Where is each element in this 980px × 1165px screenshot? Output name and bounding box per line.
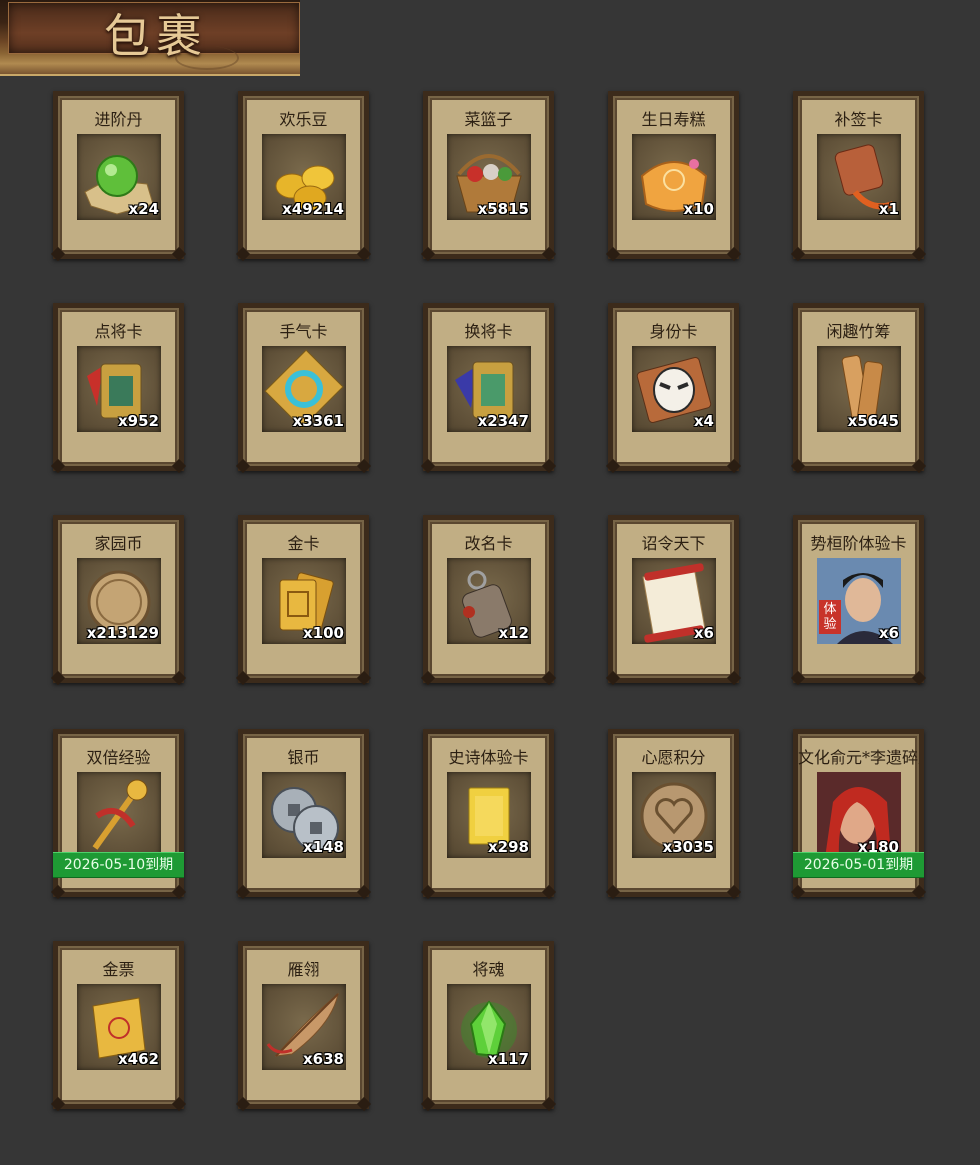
item-icon-slot: x12 xyxy=(447,558,531,644)
inventory-item-card[interactable]: 菜篮子 x5815 xyxy=(423,91,554,259)
item-icon-slot xyxy=(77,772,161,858)
item-quantity: x100 xyxy=(303,624,344,642)
inventory-item-card[interactable]: 欢乐豆 x49214 xyxy=(238,91,369,259)
inventory-item-card[interactable]: 金卡 x100 xyxy=(238,515,369,683)
item-icon-slot: x49214 xyxy=(262,134,346,220)
item-quantity: x3361 xyxy=(292,412,344,430)
inventory-item-card[interactable]: 将魂 x117 xyxy=(423,941,554,1109)
item-name: 心愿积分 xyxy=(641,748,706,767)
item-quantity: x952 xyxy=(118,412,159,430)
inventory-item-card[interactable]: 金票 x462 xyxy=(53,941,184,1109)
inventory-item-card[interactable]: 双倍经验 2026-05-10到期 xyxy=(53,729,184,897)
item-icon-slot: x462 xyxy=(77,984,161,1070)
item-name: 生日寿糕 xyxy=(641,110,706,129)
item-icon-slot: x1 xyxy=(817,134,901,220)
inventory-item-card[interactable]: 史诗体验卡 x298 xyxy=(423,729,554,897)
item-icon-slot: x6 xyxy=(632,558,716,644)
inventory-item-card[interactable]: 手气卡 x3361 xyxy=(238,303,369,471)
item-quantity: x462 xyxy=(118,1050,159,1068)
item-name: 欢乐豆 xyxy=(279,110,328,129)
item-icon-slot: x24 xyxy=(77,134,161,220)
item-quantity: x5645 xyxy=(847,412,899,430)
item-name: 补签卡 xyxy=(834,110,883,129)
inventory-grid: 进阶丹 x24 欢乐豆 x49214 菜篮子 x5815 生日寿糕 x10 补签卡 x1 点将卡 x9… xyxy=(0,0,980,1165)
item-icon-slot: x3035 xyxy=(632,772,716,858)
item-name: 菜篮子 xyxy=(464,110,513,129)
inventory-item-card[interactable]: 换将卡 x2347 xyxy=(423,303,554,471)
item-name: 金卡 xyxy=(287,534,320,553)
item-quantity: x2347 xyxy=(477,412,529,430)
inventory-item-card[interactable]: 雁翎 x638 xyxy=(238,941,369,1109)
item-quantity: x148 xyxy=(303,838,344,856)
item-icon-slot: x298 xyxy=(447,772,531,858)
item-name: 点将卡 xyxy=(94,322,143,341)
item-name: 诏令天下 xyxy=(641,534,706,553)
item-icon-slot: x4 xyxy=(632,346,716,432)
item-icon-slot: 体验 x6 xyxy=(817,558,901,644)
inventory-item-card[interactable]: 银币 x148 xyxy=(238,729,369,897)
item-quantity: x298 xyxy=(488,838,529,856)
inventory-item-card[interactable]: 心愿积分 x3035 xyxy=(608,729,739,897)
item-name: 双倍经验 xyxy=(86,748,151,767)
item-quantity: x638 xyxy=(303,1050,344,1068)
inventory-item-card[interactable]: 势桓阶体验卡体验 x6 xyxy=(793,515,924,683)
item-name: 换将卡 xyxy=(464,322,513,341)
item-name: 家园币 xyxy=(94,534,143,553)
item-quantity: x12 xyxy=(498,624,529,642)
item-quantity: x5815 xyxy=(477,200,529,218)
item-quantity: x49214 xyxy=(282,200,344,218)
item-icon-slot: x148 xyxy=(262,772,346,858)
item-quantity: x24 xyxy=(128,200,159,218)
inventory-item-card[interactable]: 改名卡 x12 xyxy=(423,515,554,683)
item-quantity: x213129 xyxy=(86,624,159,642)
item-name: 手气卡 xyxy=(279,322,328,341)
item-name: 银币 xyxy=(287,748,320,767)
item-name: 雁翎 xyxy=(287,960,320,979)
item-icon-slot: x10 xyxy=(632,134,716,220)
inventory-item-card[interactable]: 生日寿糕 x10 xyxy=(608,91,739,259)
item-quantity: x117 xyxy=(488,1050,529,1068)
item-name: 进阶丹 xyxy=(94,110,143,129)
item-icon-slot: x5815 xyxy=(447,134,531,220)
item-icon-slot: x638 xyxy=(262,984,346,1070)
expiry-banner: 2026-05-10到期 xyxy=(53,852,184,878)
inventory-item-card[interactable]: 点将卡 x952 xyxy=(53,303,184,471)
item-name: 身份卡 xyxy=(649,322,698,341)
inventory-item-card[interactable]: 家园币 x213129 xyxy=(53,515,184,683)
item-name: 改名卡 xyxy=(464,534,513,553)
inventory-item-card[interactable]: 进阶丹 x24 xyxy=(53,91,184,259)
item-icon-slot: x952 xyxy=(77,346,161,432)
trial-badge: 体验 xyxy=(819,600,841,634)
item-icon-slot: x100 xyxy=(262,558,346,644)
inventory-item-card[interactable]: 身份卡 x4 xyxy=(608,303,739,471)
inventory-item-card[interactable]: 补签卡 x1 xyxy=(793,91,924,259)
item-name: 将魂 xyxy=(472,960,505,979)
double-exp-scepter-icon xyxy=(92,779,148,850)
item-name: 文化俞元*李遗碎片 xyxy=(798,748,919,767)
item-icon-slot: x213129 xyxy=(77,558,161,644)
item-name: 金票 xyxy=(102,960,135,979)
inventory-item-card[interactable]: 诏令天下 x6 xyxy=(608,515,739,683)
expiry-banner: 2026-05-01到期 xyxy=(793,852,924,878)
item-quantity: x4 xyxy=(693,412,714,430)
item-quantity: x6 xyxy=(693,624,714,642)
item-icon-slot: x117 xyxy=(447,984,531,1070)
item-quantity: x1 xyxy=(878,200,899,218)
item-icon-slot: x180 xyxy=(817,772,901,858)
item-icon-slot: x2347 xyxy=(447,346,531,432)
item-name: 史诗体验卡 xyxy=(448,748,529,767)
item-name: 势桓阶体验卡 xyxy=(810,534,907,553)
item-icon-slot: x3361 xyxy=(262,346,346,432)
item-quantity: x3035 xyxy=(662,838,714,856)
item-quantity: x10 xyxy=(683,200,714,218)
item-name: 闲趣竹筹 xyxy=(826,322,891,341)
inventory-item-card[interactable]: 闲趣竹筹 x5645 xyxy=(793,303,924,471)
item-icon-slot: x5645 xyxy=(817,346,901,432)
inventory-item-card[interactable]: 文化俞元*李遗碎片 x1802026-05-01到期 xyxy=(793,729,924,897)
item-quantity: x6 xyxy=(878,624,899,642)
